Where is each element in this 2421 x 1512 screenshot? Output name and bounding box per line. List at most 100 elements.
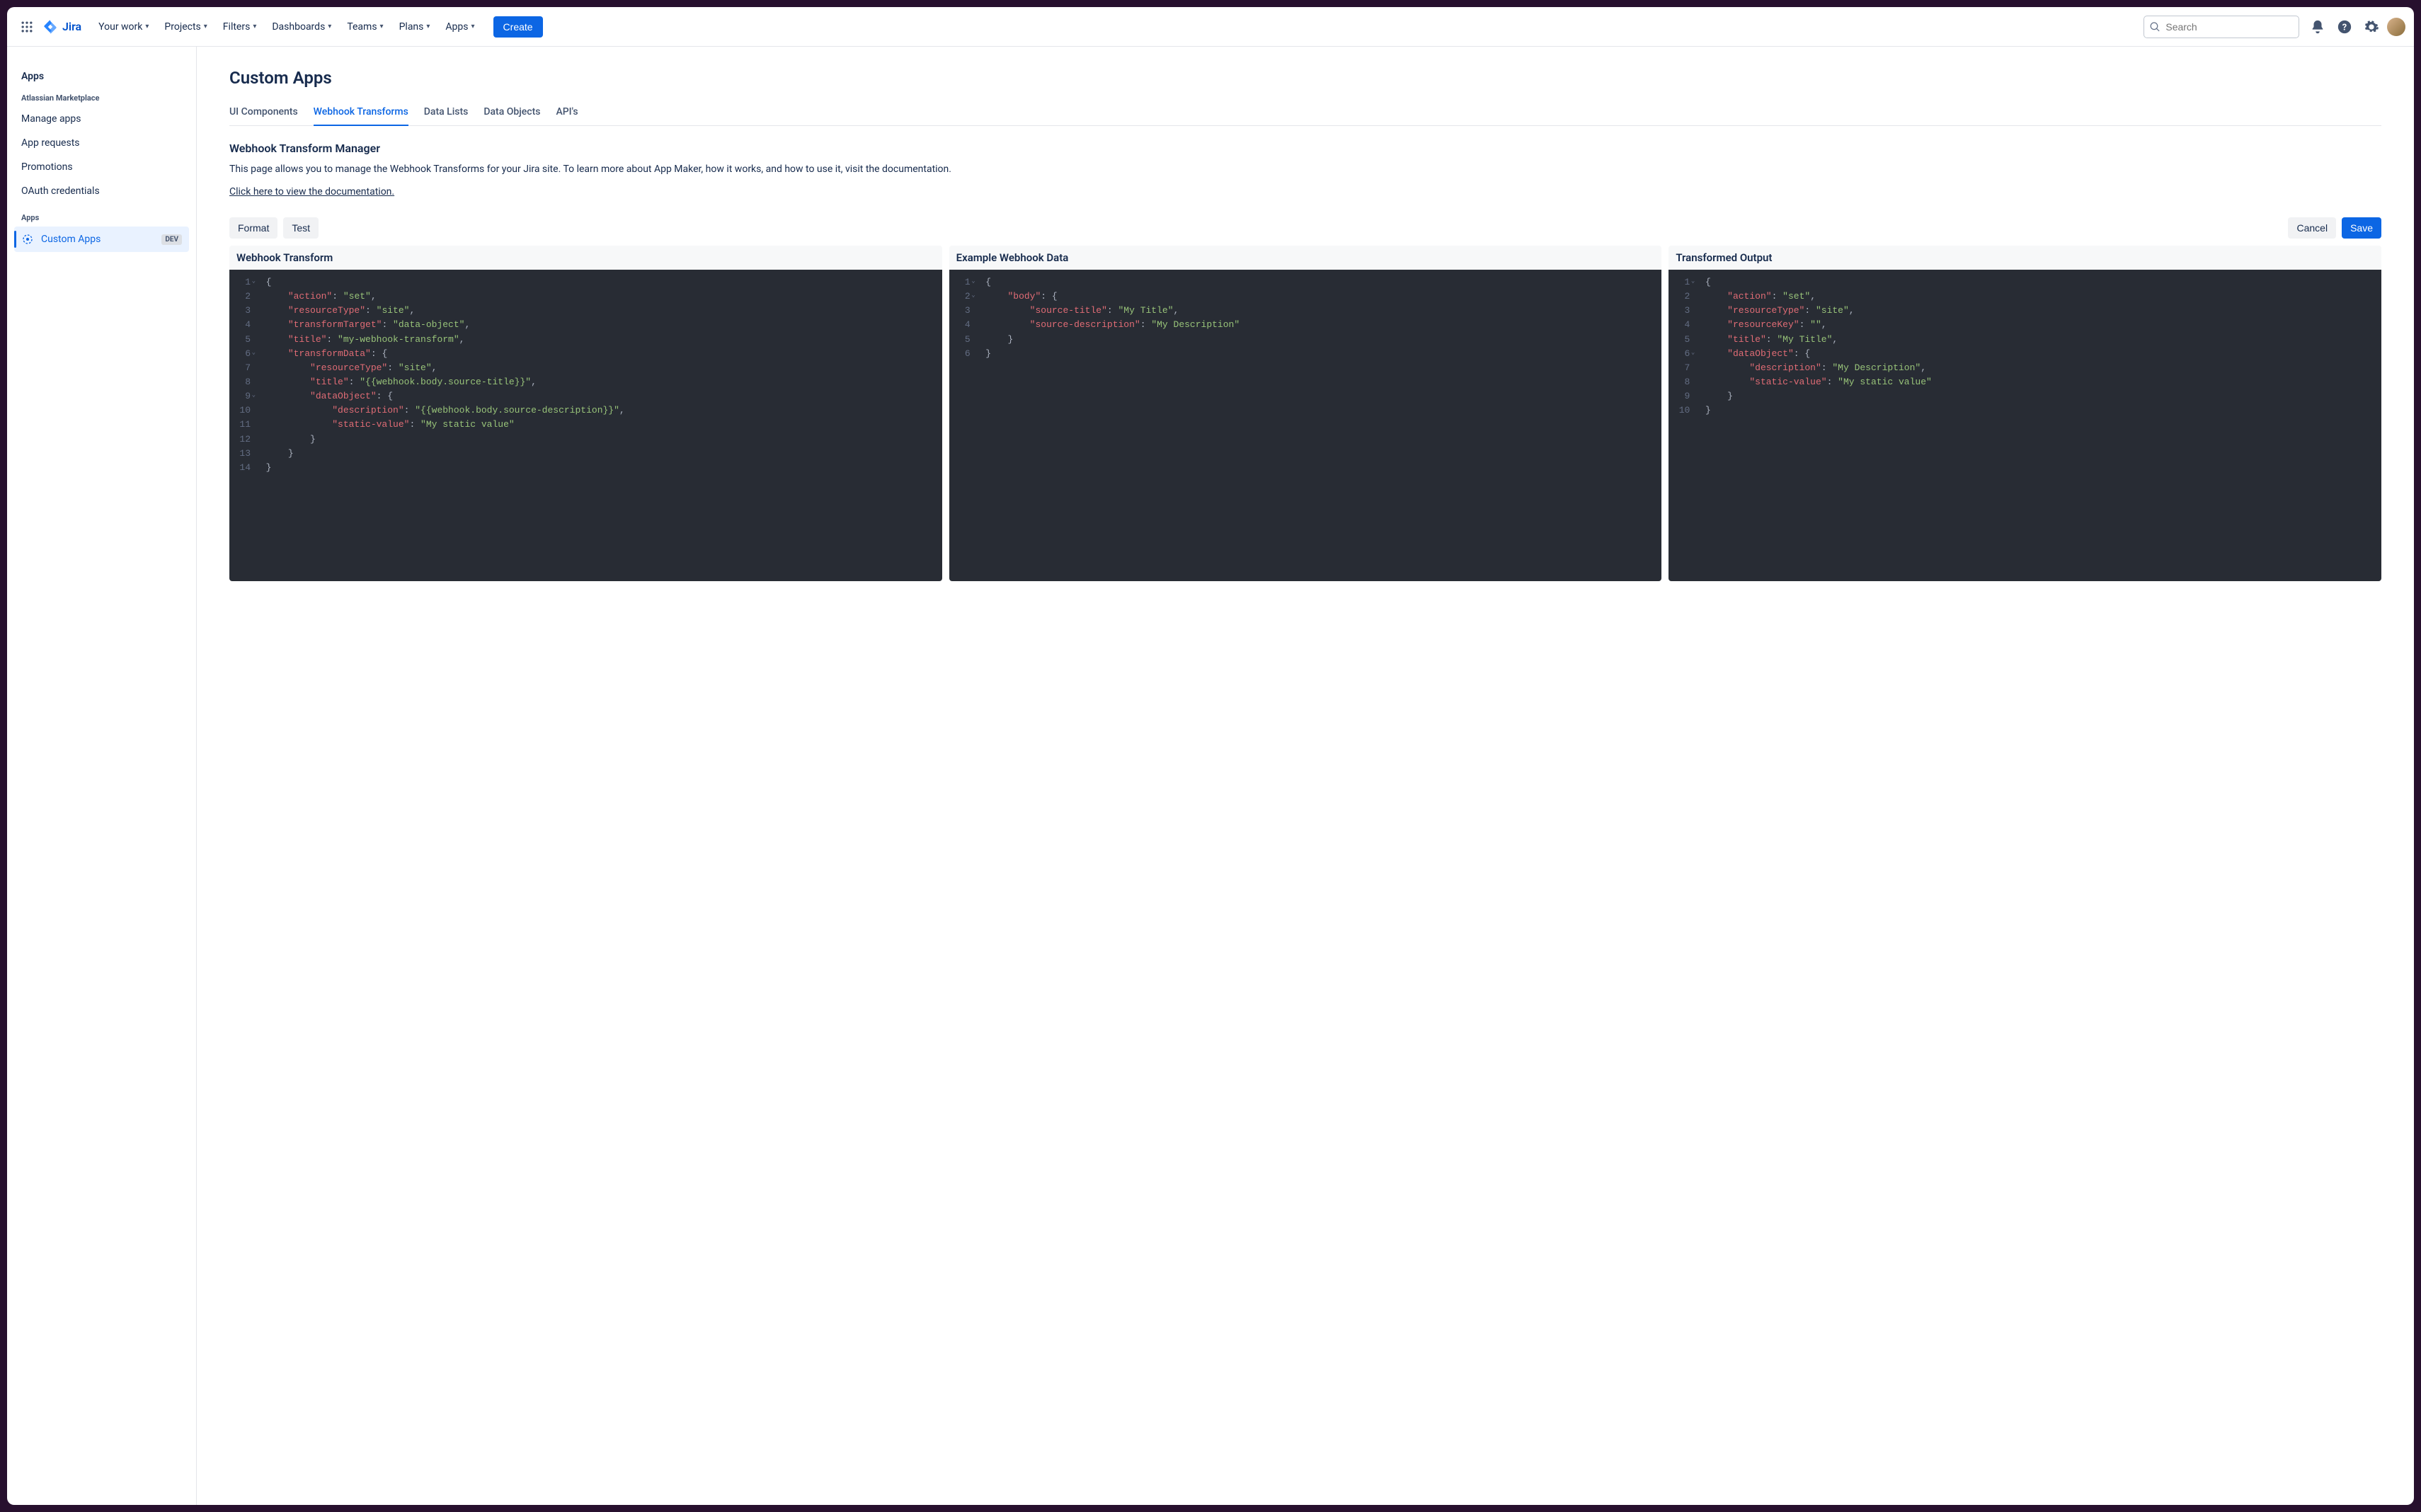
editor-title: Example Webhook Data — [949, 246, 1662, 270]
tab-ui-components[interactable]: UI Components — [229, 101, 298, 126]
help-icon[interactable]: ? — [2333, 16, 2356, 38]
tabs: UI Components Webhook Transforms Data List… — [229, 101, 2381, 126]
code-line: 9⌄ "dataObject": { — [229, 389, 942, 403]
editor-example-data: Example Webhook Data 1⌄ {2⌄ "body": {3 "… — [949, 246, 1662, 581]
code-line: 2 "action": "set", — [1669, 290, 2381, 304]
nav-item-apps[interactable]: Apps▾ — [438, 17, 481, 37]
editor-webhook-transform: Webhook Transform 1⌄ {2 "action": "set",… — [229, 246, 942, 581]
nav-item-projects[interactable]: Projects ▾ — [157, 17, 214, 37]
chevron-down-icon: ▾ — [328, 23, 331, 30]
code-line: 9 } — [1669, 389, 2381, 403]
sidebar-item-promotions[interactable]: Promotions — [14, 155, 189, 179]
nav-item-label: Your work — [98, 21, 142, 33]
code-line: 13 } — [229, 447, 942, 461]
tab-webhook-transforms[interactable]: Webhook Transforms — [314, 101, 408, 126]
code-editor-2[interactable]: 1⌄ {2⌄ "body": {3 "source-title": "My Ti… — [949, 270, 1662, 581]
save-button[interactable]: Save — [2342, 217, 2381, 239]
fold-icon[interactable]: ⌄ — [971, 291, 975, 301]
code-line: 3 "resourceType": "site", — [1669, 304, 2381, 318]
nav-item-label: Projects — [164, 21, 200, 33]
chevron-down-icon: ▾ — [204, 23, 207, 30]
nav-item-plans[interactable]: Plans▾ — [392, 17, 437, 37]
chevron-down-icon: ▾ — [253, 23, 256, 30]
code-line: 5 "title": "my-webhook-transform", — [229, 333, 942, 347]
code-line: 3 "resourceType": "site", — [229, 304, 942, 318]
tab-api-s[interactable]: API's — [556, 101, 578, 126]
search-field[interactable] — [2164, 21, 2293, 33]
nav-item-label: Filters — [223, 21, 251, 33]
editor-toolbar: Format Test Cancel Save — [229, 217, 2381, 239]
sidebar-item-label: Custom Apps — [41, 234, 101, 245]
code-editor-1[interactable]: 1⌄ {2 "action": "set",3 "resourceType": … — [229, 270, 942, 581]
avatar[interactable] — [2387, 18, 2405, 36]
editor-output: Transformed Output 1⌄ {2 "action": "set"… — [1669, 246, 2381, 581]
doc-link[interactable]: Click here to view the documentation. — [229, 186, 394, 197]
editor-title: Webhook Transform — [229, 246, 942, 270]
code-line: 5 } — [949, 333, 1662, 347]
search-input[interactable] — [2144, 16, 2299, 38]
jira-logo[interactable]: Jira — [42, 19, 81, 35]
format-button[interactable]: Format — [229, 217, 277, 239]
code-line: 8 "title": "{{webhook.body.source-title}… — [229, 375, 942, 389]
page-description: This page allows you to manage the Webho… — [229, 162, 2381, 177]
code-line: 4 "transformTarget": "data-object", — [229, 318, 942, 332]
sidebar-item-manage-apps[interactable]: Manage apps — [14, 107, 189, 131]
chevron-down-icon: ▾ — [380, 23, 384, 30]
cancel-button[interactable]: Cancel — [2288, 217, 2336, 239]
section-title: Webhook Transform Manager — [229, 142, 2381, 155]
fold-icon[interactable]: ⌄ — [1691, 277, 1695, 287]
code-line: 1⌄ { — [229, 275, 942, 290]
tab-data-objects[interactable]: Data Objects — [483, 101, 540, 126]
search-icon — [2150, 21, 2160, 33]
app-icon — [21, 233, 34, 246]
nav-item-label: Dashboards — [272, 21, 325, 33]
notifications-icon[interactable] — [2306, 16, 2329, 38]
code-line: 2⌄ "body": { — [949, 290, 1662, 304]
nav-item-label: Plans — [399, 21, 424, 33]
code-line: 4 "source-description": "My Description" — [949, 318, 1662, 332]
sidebar-item-custom-apps[interactable]: Custom Apps DEV — [14, 227, 189, 252]
code-line: 5 "title": "My Title", — [1669, 333, 2381, 347]
code-line: 6⌄ "transformData": { — [229, 347, 942, 361]
sidebar-item-oauth-credentials[interactable]: OAuth credentials — [14, 179, 189, 203]
code-line: 7 "description": "My Description", — [1669, 361, 2381, 375]
settings-icon[interactable] — [2360, 16, 2383, 38]
nav-item-filters[interactable]: Filters▾ — [216, 17, 264, 37]
sidebar-title: Apps — [21, 71, 182, 82]
code-editor-3: 1⌄ {2 "action": "set",3 "resourceType": … — [1669, 270, 2381, 581]
nav-item-teams[interactable]: Teams▾ — [340, 17, 390, 37]
fold-icon[interactable]: ⌄ — [971, 277, 975, 287]
code-line: 6 } — [949, 347, 1662, 361]
code-line: 12 } — [229, 433, 942, 447]
code-line: 6⌄ "dataObject": { — [1669, 347, 2381, 361]
nav-items: Your work▾Projects▾Filters▾Dashboards▾Te… — [91, 17, 481, 37]
fold-icon[interactable]: ⌄ — [252, 391, 256, 401]
fold-icon[interactable]: ⌄ — [252, 277, 256, 287]
chevron-down-icon: ▾ — [471, 23, 475, 30]
app-switcher-icon[interactable] — [16, 16, 38, 38]
fold-icon[interactable]: ⌄ — [1691, 348, 1695, 358]
nav-item-your-work[interactable]: Your work▾ — [91, 17, 156, 37]
code-line: 1⌄ { — [1669, 275, 2381, 290]
dev-badge: DEV — [161, 234, 182, 245]
code-line: 7 "resourceType": "site", — [229, 361, 942, 375]
sidebar-section-apps: Apps — [21, 213, 182, 222]
code-line: 10 } — [1669, 403, 2381, 418]
code-line: 4 "resourceKey": "", — [1669, 318, 2381, 332]
nav-item-dashboards[interactable]: Dashboards▾ — [265, 17, 338, 37]
page-title: Custom Apps — [229, 68, 2381, 88]
code-line: 10 "description": "{{webhook.body.source… — [229, 403, 942, 418]
product-name: Jira — [62, 20, 81, 33]
editor-grid: Webhook Transform 1⌄ {2 "action": "set",… — [229, 246, 2381, 581]
nav-item-label: Teams — [347, 21, 377, 33]
tab-data-lists[interactable]: Data Lists — [424, 101, 469, 126]
chevron-down-icon: ▾ — [426, 23, 430, 30]
create-button[interactable]: Create — [493, 16, 543, 38]
fold-icon[interactable]: ⌄ — [252, 348, 256, 358]
sidebar-item-app-requests[interactable]: App requests — [14, 131, 189, 155]
code-line: 2 "action": "set", — [229, 290, 942, 304]
test-button[interactable]: Test — [283, 217, 319, 239]
code-line: 1⌄ { — [949, 275, 1662, 290]
top-nav: Jira Your work▾Projects▾Filters▾Dashboar… — [7, 7, 2414, 47]
nav-item-label: Apps — [445, 21, 468, 33]
